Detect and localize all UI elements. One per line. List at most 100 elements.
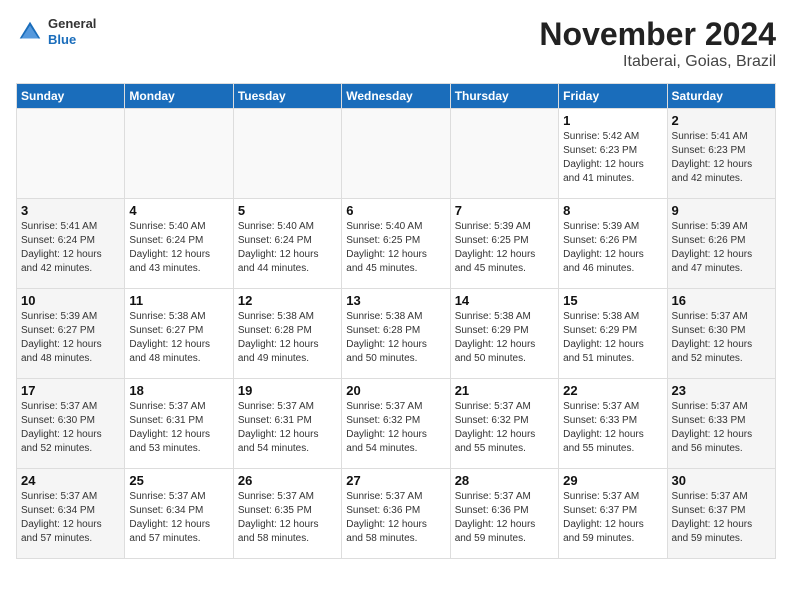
day-number: 24 [21,473,120,488]
calendar-day: 9 Sunrise: 5:39 AMSunset: 6:26 PMDaylight… [667,199,775,289]
logo-text: General Blue [48,16,96,47]
month-title: November 2024 [539,16,776,53]
day-info: Sunrise: 5:37 AMSunset: 6:32 PMDaylight:… [346,400,445,456]
day-info: Sunrise: 5:37 AMSunset: 6:35 PMDaylight:… [238,490,337,546]
day-number: 7 [455,203,554,218]
weekday-header-row: SundayMondayTuesdayWednesdayThursdayFrid… [17,84,776,109]
day-number: 26 [238,473,337,488]
day-info: Sunrise: 5:37 AMSunset: 6:34 PMDaylight:… [129,490,228,546]
day-number: 8 [563,203,662,218]
calendar-day: 20 Sunrise: 5:37 AMSunset: 6:32 PMDayligh… [342,379,450,469]
day-info: Sunrise: 5:37 AMSunset: 6:37 PMDaylight:… [672,490,771,546]
calendar-day: 12 Sunrise: 5:38 AMSunset: 6:28 PMDayligh… [233,289,341,379]
logo-general: General [48,16,96,32]
day-info: Sunrise: 5:39 AMSunset: 6:26 PMDaylight:… [672,220,771,276]
weekday-header-monday: Monday [125,84,233,109]
day-number: 4 [129,203,228,218]
day-number: 10 [21,293,120,308]
calendar-day: 17 Sunrise: 5:37 AMSunset: 6:30 PMDayligh… [17,379,125,469]
logo-icon [16,18,44,46]
day-number: 9 [672,203,771,218]
day-number: 2 [672,113,771,128]
location: Itaberai, Goias, Brazil [539,53,776,71]
calendar-day: 27Sunrise: 5:37 AMSunset: 6:36 PMDayligh… [342,469,450,559]
day-number: 11 [129,293,228,308]
day-info: Sunrise: 5:40 AMSunset: 6:24 PMDaylight:… [238,220,337,276]
calendar-day: 21 Sunrise: 5:37 AMSunset: 6:32 PMDayligh… [450,379,558,469]
calendar-day [233,109,341,199]
day-number: 3 [21,203,120,218]
day-number: 21 [455,383,554,398]
day-number: 27 [346,473,445,488]
calendar-day: 30 Sunrise: 5:37 AMSunset: 6:37 PMDayligh… [667,469,775,559]
day-number: 19 [238,383,337,398]
calendar-week-1: 1 Sunrise: 5:42 AMSunset: 6:23 PMDaylight… [17,109,776,199]
calendar-day: 29Sunrise: 5:37 AMSunset: 6:37 PMDayligh… [559,469,667,559]
day-info: Sunrise: 5:40 AMSunset: 6:25 PMDaylight:… [346,220,445,276]
calendar-day: 7Sunrise: 5:39 AMSunset: 6:25 PMDaylight… [450,199,558,289]
day-info: Sunrise: 5:39 AMSunset: 6:26 PMDaylight:… [563,220,662,276]
calendar-day: 19 Sunrise: 5:37 AMSunset: 6:31 PMDayligh… [233,379,341,469]
calendar-day: 15 Sunrise: 5:38 AMSunset: 6:29 PMDayligh… [559,289,667,379]
day-number: 17 [21,383,120,398]
calendar-day: 24 Sunrise: 5:37 AMSunset: 6:34 PMDayligh… [17,469,125,559]
page-header: General Blue November 2024 Itaberai, Goi… [16,16,776,71]
day-number: 30 [672,473,771,488]
calendar-week-4: 17 Sunrise: 5:37 AMSunset: 6:30 PMDayligh… [17,379,776,469]
day-number: 18 [129,383,228,398]
day-number: 12 [238,293,337,308]
weekday-header-saturday: Saturday [667,84,775,109]
calendar-day [17,109,125,199]
calendar-day: 5Sunrise: 5:40 AMSunset: 6:24 PMDaylight… [233,199,341,289]
day-number: 1 [563,113,662,128]
day-info: Sunrise: 5:38 AMSunset: 6:29 PMDaylight:… [563,310,662,366]
calendar-day: 18 Sunrise: 5:37 AMSunset: 6:31 PMDayligh… [125,379,233,469]
day-info: Sunrise: 5:38 AMSunset: 6:28 PMDaylight:… [238,310,337,366]
day-info: Sunrise: 5:37 AMSunset: 6:33 PMDaylight:… [672,400,771,456]
day-number: 16 [672,293,771,308]
calendar-day: 13 Sunrise: 5:38 AMSunset: 6:28 PMDayligh… [342,289,450,379]
day-info: Sunrise: 5:37 AMSunset: 6:31 PMDaylight:… [129,400,228,456]
calendar-day: 3 Sunrise: 5:41 AMSunset: 6:24 PMDaylight… [17,199,125,289]
day-info: Sunrise: 5:38 AMSunset: 6:27 PMDaylight:… [129,310,228,366]
day-info: Sunrise: 5:37 AMSunset: 6:32 PMDaylight:… [455,400,554,456]
day-info: Sunrise: 5:37 AMSunset: 6:30 PMDaylight:… [21,400,120,456]
day-number: 20 [346,383,445,398]
calendar-week-5: 24 Sunrise: 5:37 AMSunset: 6:34 PMDayligh… [17,469,776,559]
weekday-header-thursday: Thursday [450,84,558,109]
day-info: Sunrise: 5:37 AMSunset: 6:36 PMDaylight:… [455,490,554,546]
calendar-day: 23 Sunrise: 5:37 AMSunset: 6:33 PMDayligh… [667,379,775,469]
calendar-day [450,109,558,199]
calendar-day: 6Sunrise: 5:40 AMSunset: 6:25 PMDaylight… [342,199,450,289]
day-number: 23 [672,383,771,398]
day-info: Sunrise: 5:39 AMSunset: 6:27 PMDaylight:… [21,310,120,366]
day-info: Sunrise: 5:41 AMSunset: 6:24 PMDaylight:… [21,220,120,276]
calendar-day: 22Sunrise: 5:37 AMSunset: 6:33 PMDayligh… [559,379,667,469]
day-info: Sunrise: 5:37 AMSunset: 6:34 PMDaylight:… [21,490,120,546]
day-number: 22 [563,383,662,398]
calendar-day: 4Sunrise: 5:40 AMSunset: 6:24 PMDaylight… [125,199,233,289]
logo: General Blue [16,16,96,47]
day-info: Sunrise: 5:37 AMSunset: 6:37 PMDaylight:… [563,490,662,546]
weekday-header-wednesday: Wednesday [342,84,450,109]
day-number: 13 [346,293,445,308]
calendar-day [125,109,233,199]
logo-blue: Blue [48,32,96,48]
calendar-day: 8 Sunrise: 5:39 AMSunset: 6:26 PMDaylight… [559,199,667,289]
day-number: 15 [563,293,662,308]
day-info: Sunrise: 5:41 AMSunset: 6:23 PMDaylight:… [672,130,771,186]
calendar-week-3: 10 Sunrise: 5:39 AMSunset: 6:27 PMDayligh… [17,289,776,379]
day-info: Sunrise: 5:42 AMSunset: 6:23 PMDaylight:… [563,130,662,186]
day-info: Sunrise: 5:37 AMSunset: 6:31 PMDaylight:… [238,400,337,456]
day-number: 14 [455,293,554,308]
day-info: Sunrise: 5:38 AMSunset: 6:28 PMDaylight:… [346,310,445,366]
calendar-day: 14 Sunrise: 5:38 AMSunset: 6:29 PMDayligh… [450,289,558,379]
calendar-table: SundayMondayTuesdayWednesdayThursdayFrid… [16,83,776,559]
weekday-header-friday: Friday [559,84,667,109]
calendar-day: 28Sunrise: 5:37 AMSunset: 6:36 PMDayligh… [450,469,558,559]
day-number: 25 [129,473,228,488]
day-info: Sunrise: 5:38 AMSunset: 6:29 PMDaylight:… [455,310,554,366]
calendar-day: 26 Sunrise: 5:37 AMSunset: 6:35 PMDayligh… [233,469,341,559]
calendar-day: 10 Sunrise: 5:39 AMSunset: 6:27 PMDayligh… [17,289,125,379]
calendar-day: 1 Sunrise: 5:42 AMSunset: 6:23 PMDaylight… [559,109,667,199]
